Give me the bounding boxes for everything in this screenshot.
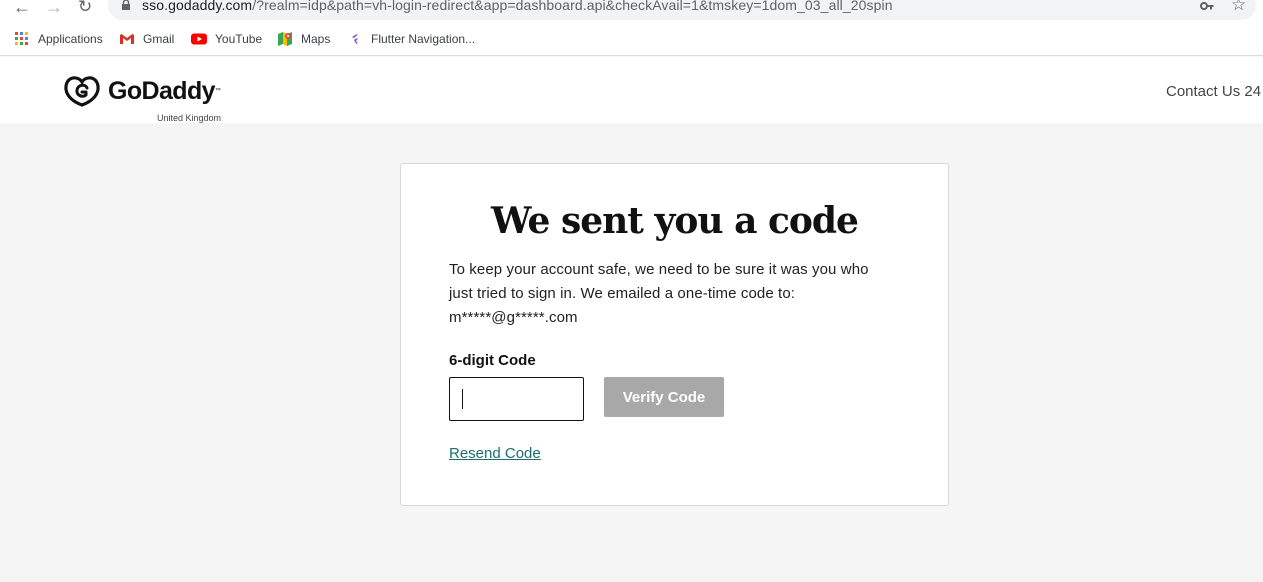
code-input[interactable] xyxy=(449,377,584,421)
bookmark-flutter-navigation[interactable]: Flutter Navigation... xyxy=(347,30,475,48)
resend-code-link[interactable]: Resend Code xyxy=(449,445,541,462)
masked-email: m*****@g*****.com xyxy=(449,309,578,326)
card-title: We sent you a code xyxy=(491,200,859,242)
url-path: /?realm=idp&path=vh-login-redirect&app=d… xyxy=(252,0,893,13)
url-host: sso.godaddy.com xyxy=(142,0,253,13)
bookmark-maps[interactable]: Maps xyxy=(277,30,330,48)
bookmark-label: YouTube xyxy=(215,32,263,46)
code-field-label: 6-digit Code xyxy=(449,352,536,369)
maps-icon xyxy=(278,32,292,46)
bookmark-youtube[interactable]: YouTube xyxy=(191,30,262,48)
forward-arrow-icon[interactable]: → xyxy=(45,0,63,16)
back-arrow-icon[interactable]: ← xyxy=(13,0,31,16)
key-icon[interactable] xyxy=(1200,1,1214,11)
verify-code-card: We sent you a code To keep your account … xyxy=(400,163,949,506)
bookmark-gmail[interactable]: Gmail xyxy=(119,30,174,48)
verify-code-button[interactable]: Verify Code xyxy=(604,377,724,417)
text-cursor xyxy=(462,389,463,409)
youtube-icon xyxy=(191,33,207,45)
reload-icon[interactable]: ↻ xyxy=(78,0,92,16)
bookmarks-bar: Applications Gmail YouTube Maps Flutter … xyxy=(0,22,1263,56)
godaddy-logo[interactable]: GoDaddy ™ xyxy=(63,71,221,111)
gmail-icon xyxy=(120,34,134,44)
bookmark-label: Applications xyxy=(38,32,103,46)
contact-us-link[interactable]: Contact Us 24 xyxy=(1166,83,1261,100)
region-label: United Kingdom xyxy=(157,113,222,123)
logo-wordmark: GoDaddy xyxy=(108,76,216,105)
bookmark-label: Flutter Navigation... xyxy=(371,32,476,46)
browser-address-bar: ← → ↻ sso.godaddy.com/?realm=idp&path=vh… xyxy=(0,0,1263,22)
godaddy-logo-icon xyxy=(64,76,100,107)
url-text[interactable]: sso.godaddy.com/?realm=idp&path=vh-login… xyxy=(142,0,893,13)
description-line: just tried to sign in. We emailed a one-… xyxy=(449,285,796,302)
lock-icon xyxy=(122,0,130,10)
bookmark-star-icon[interactable]: ☆ xyxy=(1231,0,1246,15)
bookmark-applications[interactable]: Applications xyxy=(14,30,103,48)
flutter-icon xyxy=(350,34,360,44)
trademark-mark: ™ xyxy=(214,88,221,94)
card-description: To keep your account safe, we need to be… xyxy=(449,258,909,330)
apps-grid-icon xyxy=(14,31,30,47)
site-header: GoDaddy ™ United Kingdom Contact Us 24 xyxy=(0,57,1263,123)
bookmark-label: Gmail xyxy=(143,32,175,46)
bookmark-label: Maps xyxy=(301,32,331,46)
description-line: To keep your account safe, we need to be… xyxy=(449,261,869,278)
